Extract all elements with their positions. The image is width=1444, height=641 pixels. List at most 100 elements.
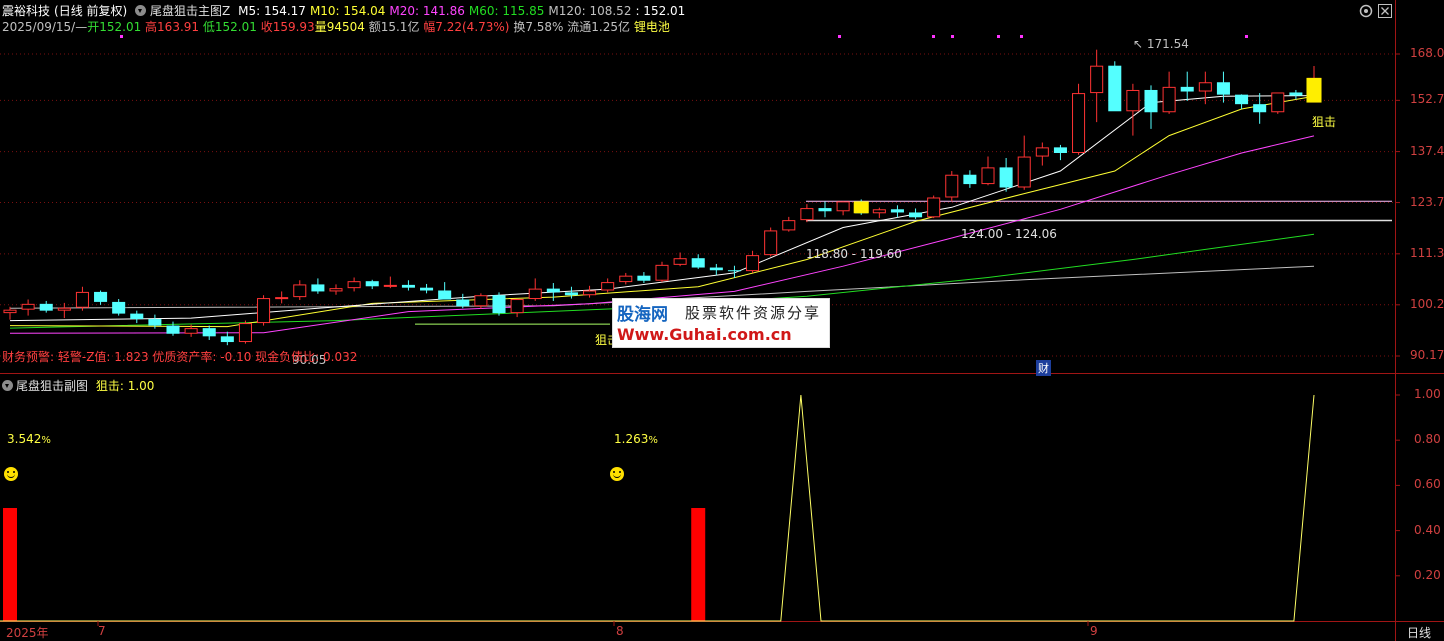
candle-body <box>94 291 108 302</box>
candle-body <box>420 287 434 291</box>
candle-body <box>220 336 234 343</box>
candle-body <box>1108 65 1122 112</box>
candle-body <box>890 209 904 213</box>
sub-pct-right-unit: % <box>648 435 658 446</box>
candle-body <box>655 264 669 281</box>
signal-line <box>0 394 1315 622</box>
sub-y-tick-label: 0.80 <box>1414 432 1441 447</box>
signal-dot <box>951 35 954 38</box>
sub-pct-right-value: 1.263 <box>614 432 649 446</box>
sub-pct-left-value: 3.542 <box>7 432 42 446</box>
candle-body <box>818 208 832 212</box>
candle-body <box>727 270 741 272</box>
candle-body <box>492 295 506 314</box>
candle-body <box>474 295 488 307</box>
sub-chart-title[interactable]: 尾盘狙击副图 <box>16 379 88 393</box>
y-tick-label: 137.4 <box>1410 143 1444 158</box>
y-tick-label: 100.2 <box>1410 296 1444 311</box>
candle-body <box>1271 92 1285 113</box>
candle-body <box>365 281 379 287</box>
candle-body <box>927 197 941 218</box>
candle-body <box>746 255 760 272</box>
signal-dot <box>1245 35 1248 38</box>
candle-body <box>184 328 198 334</box>
candle-body <box>836 201 850 212</box>
candle-body <box>166 325 180 334</box>
finance-warning-footer: 财务预警: 轻警-Z值: 1.823 优质资产率: -0.10 现金负债比: 0… <box>2 350 358 364</box>
ma-line-m10 <box>9 95 1315 328</box>
candle-body <box>764 230 778 256</box>
candle-body <box>1144 89 1158 113</box>
candle-body <box>1035 147 1049 157</box>
candle-body <box>546 288 560 293</box>
candle-body <box>1053 147 1067 153</box>
candle-body <box>75 291 89 308</box>
candle-body <box>257 298 271 324</box>
signal-bar <box>691 508 706 621</box>
high-price-marker: ↖ 171.54 <box>1133 37 1189 51</box>
candle-body <box>383 284 397 287</box>
candle-body <box>1198 82 1212 92</box>
candle-body <box>112 301 126 314</box>
candle-body <box>709 267 723 271</box>
watermark-banner: 股海网 股票软件资源分享 Www.Guhai.com.cn <box>612 298 830 348</box>
candle-body <box>21 303 35 310</box>
watermark-brand: 股海网 <box>617 305 668 325</box>
candle-body <box>510 299 524 314</box>
candle-body <box>637 275 651 281</box>
y-tick-label: 111.3 <box>1410 245 1444 260</box>
candle-body <box>800 208 814 221</box>
x-label-sep: 9 <box>1090 624 1098 638</box>
sub-y-tick-label: 1.00 <box>1414 387 1441 401</box>
y-tick-label: 152.7 <box>1410 92 1444 107</box>
candle-body <box>619 275 633 283</box>
candle-body <box>238 323 252 343</box>
smile-icon <box>4 467 18 481</box>
sub-dropdown-icon[interactable] <box>2 380 13 391</box>
candle-body <box>401 284 415 288</box>
smile-icon <box>610 467 624 481</box>
candle-body <box>39 303 53 311</box>
x-label-year: 2025年 <box>6 626 49 640</box>
candle-body <box>601 282 615 291</box>
candle-body <box>1072 93 1086 153</box>
candle-body <box>981 167 995 185</box>
candle-body <box>583 290 597 296</box>
candle-body <box>1235 94 1249 105</box>
sub-pct-right: 1.263% <box>614 432 658 446</box>
signal-highlight-bar <box>1306 77 1322 103</box>
candle-body <box>275 297 289 300</box>
candle-body <box>347 281 361 289</box>
signal-dot <box>932 35 935 38</box>
candle-body <box>782 220 796 231</box>
candle-body <box>1289 92 1303 96</box>
signal-dot <box>838 35 841 38</box>
period-button[interactable]: 日线 <box>1407 624 1431 641</box>
candle-body <box>57 307 71 311</box>
sub-chart-header: 尾盘狙击副图 狙击: 1.00 <box>2 377 154 394</box>
sub-y-tick-label: 0.40 <box>1414 522 1441 537</box>
candle-body <box>438 290 452 300</box>
candle-body <box>456 299 470 307</box>
candle-body <box>999 167 1013 188</box>
candle-body <box>963 174 977 185</box>
candle-body <box>1253 104 1267 113</box>
candle-body <box>1162 86 1176 113</box>
ma-line-m5 <box>9 95 1315 322</box>
candle-body <box>329 288 343 292</box>
candle-body <box>293 284 307 298</box>
candle-body <box>691 258 705 268</box>
high-price-value: 171.54 <box>1146 37 1189 51</box>
range-label-lower: 118.80 - 119.60 <box>806 247 902 261</box>
candle-body <box>1090 65 1104 94</box>
sub-y-tick-label: 0.20 <box>1414 567 1441 582</box>
signal-highlight-bar <box>853 201 869 214</box>
finance-marker[interactable]: 财 <box>1036 360 1051 376</box>
signal-dot <box>1020 35 1023 38</box>
candle-body <box>673 258 687 265</box>
y-tick-label: 123.7 <box>1410 194 1444 209</box>
range-label-upper: 124.00 - 124.06 <box>961 227 1057 241</box>
candle-body <box>564 292 578 296</box>
signal-dot <box>997 35 1000 38</box>
candle-body <box>148 319 162 326</box>
